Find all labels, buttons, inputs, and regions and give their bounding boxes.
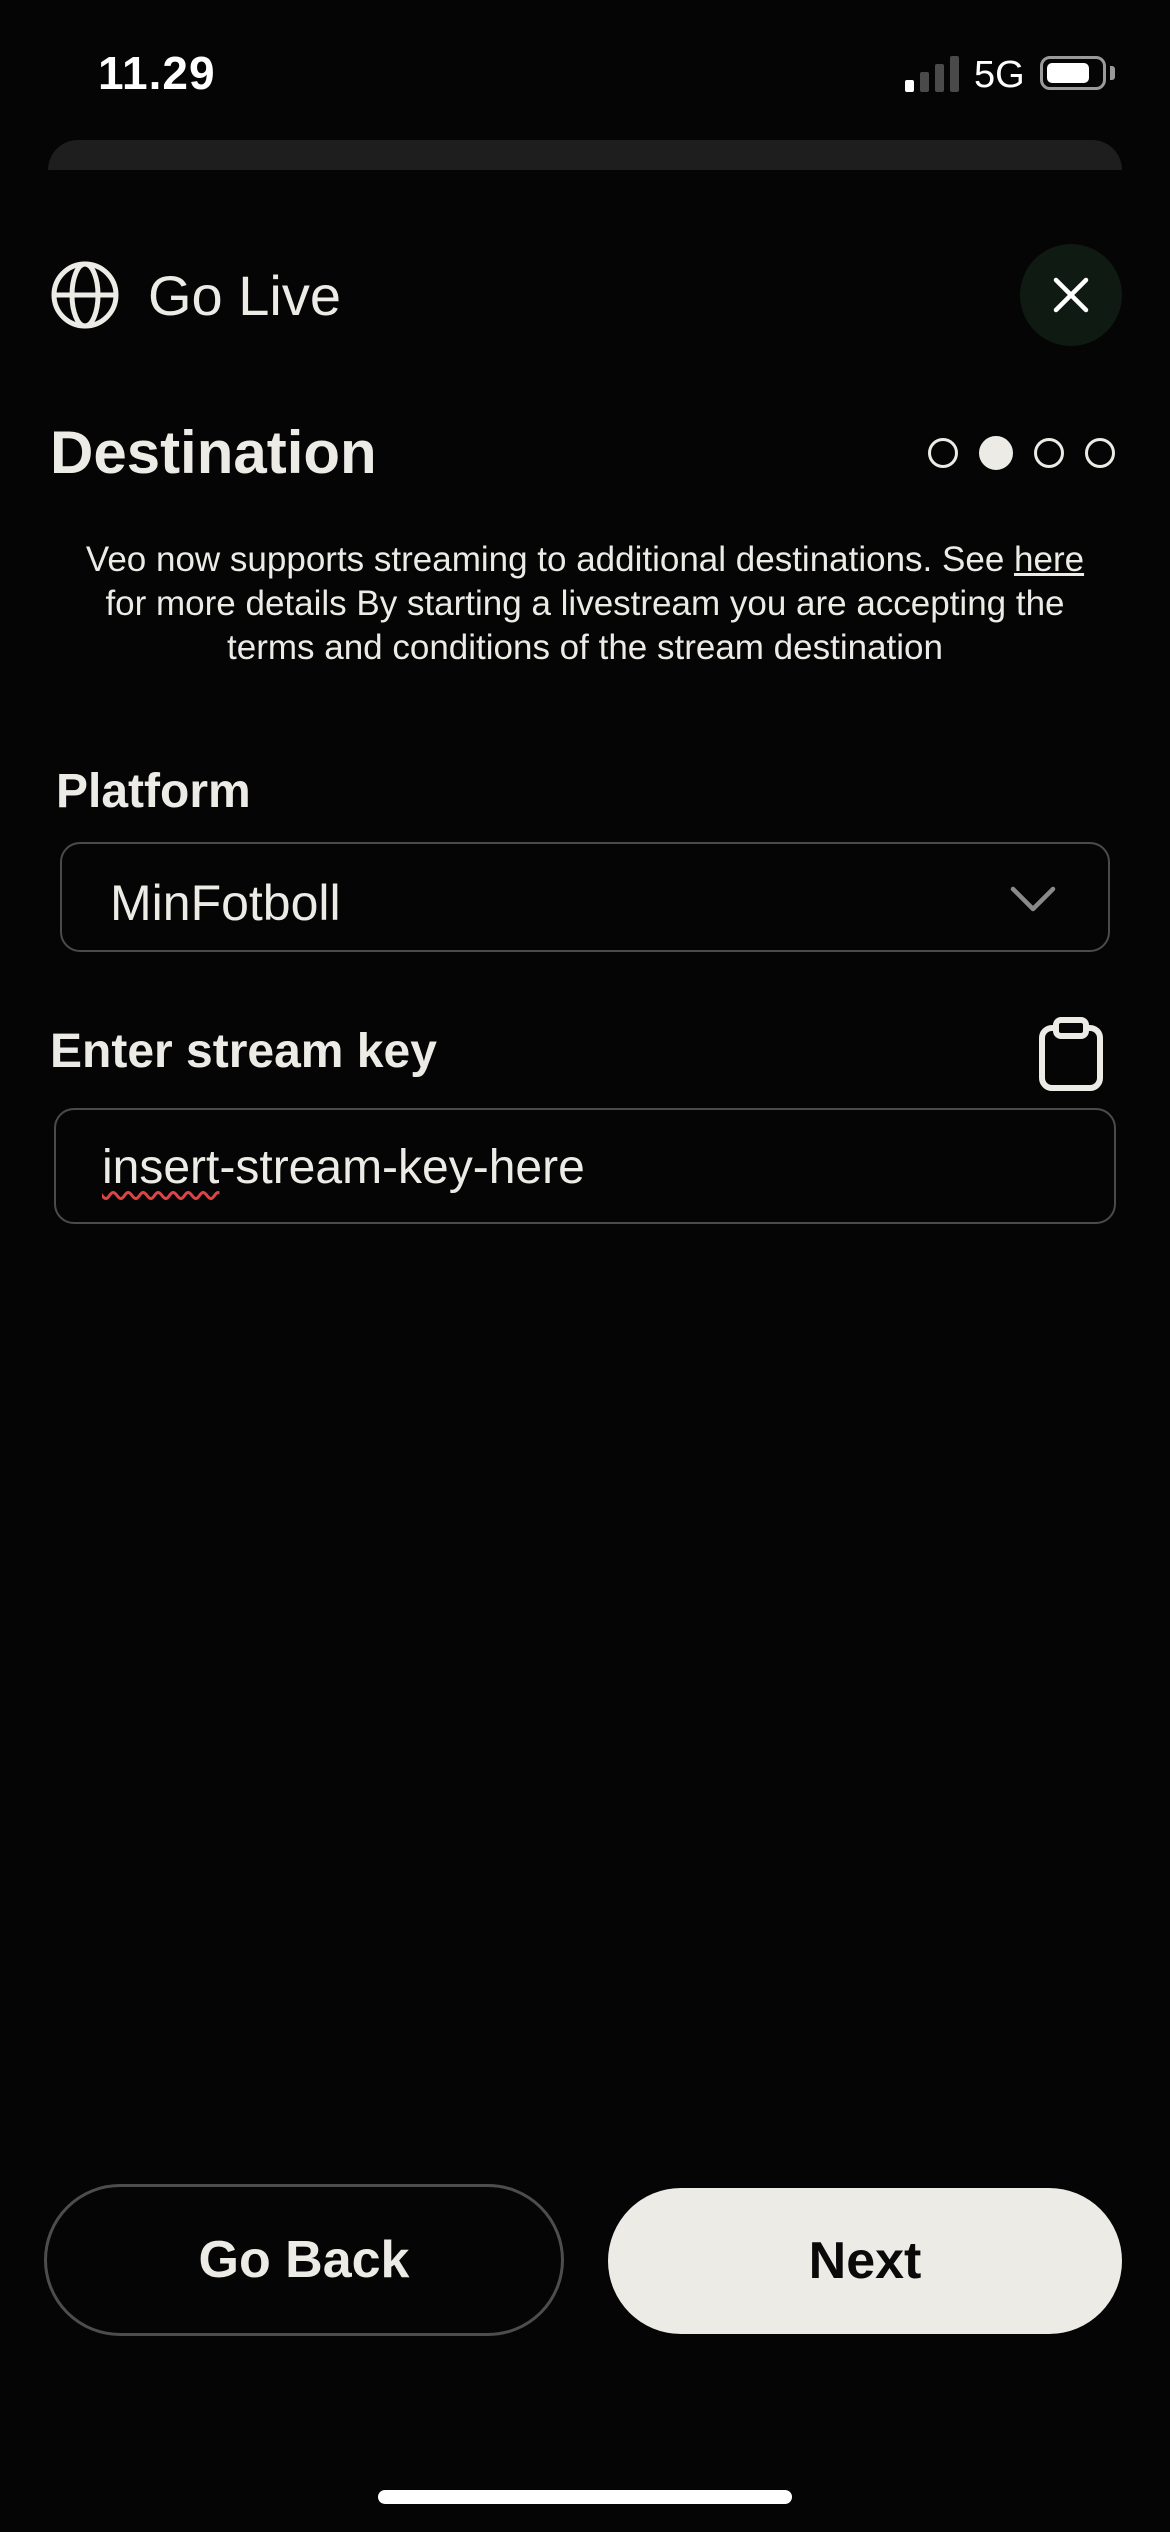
- more-details-link[interactable]: here: [1014, 540, 1084, 579]
- next-button[interactable]: Next: [608, 2188, 1122, 2334]
- close-icon: [1053, 277, 1089, 313]
- battery-icon: [1040, 56, 1106, 90]
- chevron-down-icon: [1010, 886, 1056, 912]
- battery-level: [1047, 63, 1089, 83]
- stream-key-input[interactable]: insert-stream-key-here: [54, 1108, 1116, 1224]
- sheet-header: Go Live: [50, 260, 341, 330]
- close-button[interactable]: [1020, 244, 1122, 346]
- status-bar: 11.29 5G: [0, 0, 1170, 140]
- step-dot: [928, 438, 958, 468]
- step-title: Destination: [50, 419, 377, 486]
- sheet-title: Go Live: [148, 263, 341, 327]
- stream-key-value-rest: -stream-key-here: [219, 1141, 585, 1194]
- go-back-button[interactable]: Go Back: [44, 2184, 564, 2336]
- platform-label: Platform: [56, 765, 251, 818]
- info-text-start: Veo now supports streaming to additional…: [85, 540, 1015, 579]
- network-type: 5G: [974, 54, 1025, 96]
- platform-selected-value: MinFotboll: [110, 875, 341, 931]
- status-time: 11.29: [98, 47, 216, 99]
- globe-icon: [51, 261, 119, 329]
- battery-tip: [1110, 66, 1115, 80]
- spellcheck-word: insert: [102, 1141, 220, 1194]
- home-indicator: [378, 2490, 792, 2504]
- platform-select[interactable]: MinFotboll: [60, 842, 1110, 952]
- clipboard-icon[interactable]: [1036, 1016, 1106, 1092]
- cellular-signal-icon: [905, 56, 961, 92]
- step-dot-active: [979, 436, 1013, 470]
- stream-key-value: insert-stream-key-here: [102, 1140, 585, 1195]
- step-dot: [1085, 438, 1115, 468]
- stream-key-label: Enter stream key: [50, 1025, 437, 1078]
- destination-info-text: Veo now supports streaming to additional…: [80, 538, 1090, 670]
- step-progress: [928, 436, 1136, 474]
- go-live-sheet: [0, 170, 1170, 2532]
- step-dot: [1034, 438, 1064, 468]
- info-text-end: for more details By starting a livestrea…: [105, 584, 1065, 667]
